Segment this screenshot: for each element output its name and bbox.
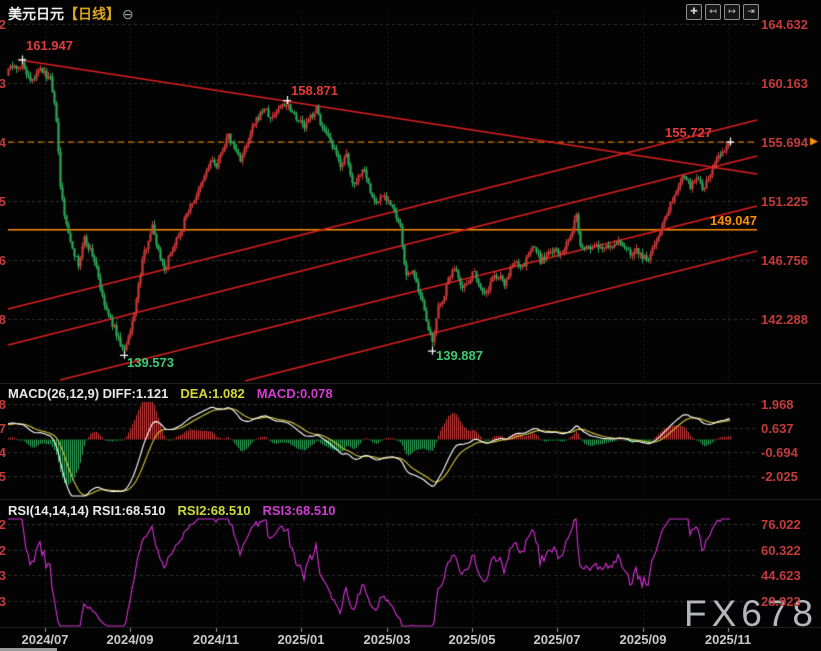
panel-separator [0,627,821,628]
macd-header-item: MACD(26,12,9) DIFF:1.121 [8,386,168,401]
macd-header-item: DEA:1.082 [180,386,244,401]
macd-header-item: MACD:0.078 [257,386,333,401]
y-axis-label: 142.288 [761,313,808,326]
y-axis-label-clipped: -2.025 [0,470,7,483]
y-axis-label-clipped: 142.288 [0,313,7,326]
symbol-name: 美元日元 [8,6,64,22]
y-axis-label: 155.694 [761,136,808,149]
period-tag: 【日线】 [64,6,120,22]
price-annotation: 155.727 [665,126,712,139]
y-axis-label: 151.225 [761,195,808,208]
y-axis-label-clipped: 60.322 [0,544,7,557]
pan-chart-button[interactable]: ✚ [686,4,702,20]
y-axis-label: 60.322 [761,544,801,557]
reset-view-button[interactable]: ⇥ [743,4,759,20]
x-axis-label: 2025/11 [705,633,751,646]
y-axis-label: 160.163 [761,77,808,90]
y-axis-label-clipped: 44.623 [0,569,7,582]
zoom-x-in-button[interactable]: ↤ [705,4,721,20]
panel-separator [0,499,821,500]
y-axis-label: 76.022 [761,518,801,531]
x-axis-label: 2024/11 [193,633,239,646]
price-annotation: 161.947 [26,39,73,52]
x-axis-label: 2025/07 [534,633,581,646]
rsi-header-item: RSI3:68.510 [263,503,336,518]
chart-canvas[interactable] [0,0,821,651]
chart-window: 美元日元【日线】⊖ ✚↤↦⇥ MACD(26,12,9) DIFF:1.121 D… [0,0,821,651]
y-axis-label-clipped: 146.756 [0,254,7,267]
x-axis-label: 2024/09 [107,633,154,646]
panel-separator [0,383,821,384]
price-annotation: 149.047 [710,214,757,227]
y-axis-label-clipped: 155.694 [0,136,7,149]
macd-header: MACD(26,12,9) DIFF:1.121 DEA:1.082 MACD:0.… [8,387,345,400]
y-axis-label: 44.623 [761,569,801,582]
collapse-icon[interactable]: ⊖ [122,6,134,22]
y-axis-label: 164.632 [761,18,808,31]
price-annotation: 158.871 [291,84,338,97]
y-axis-label: 28.923 [761,595,801,608]
y-axis-label-clipped: 76.022 [0,518,7,531]
y-axis-label-clipped: 160.163 [0,77,7,90]
y-axis-label-clipped: 0.637 [0,422,7,435]
x-axis-label: 2025/09 [620,633,667,646]
y-axis-label: -2.025 [761,470,798,483]
y-axis-label-clipped: 151.225 [0,195,7,208]
chart-title: 美元日元【日线】⊖ [8,4,134,24]
rsi-header: RSI(14,14,14) RSI1:68.510 RSI2:68.510 RSI3… [8,504,348,517]
rsi-header-item: RSI2:68.510 [178,503,251,518]
x-axis-label: 2025/03 [364,633,411,646]
y-axis-label: -0.694 [761,446,798,459]
y-axis-label-clipped: -0.694 [0,446,7,459]
y-axis-label-clipped: 1.968 [0,398,7,411]
y-axis-label-clipped: 28.923 [0,595,7,608]
x-axis-label: 2025/05 [449,633,496,646]
rsi-header-item: RSI(14,14,14) RSI1:68.510 [8,503,166,518]
y-axis-label-clipped: 164.632 [0,18,7,31]
x-axis-label: 2025/01 [278,633,325,646]
chart-toolbar: ✚↤↦⇥ [686,4,759,20]
zoom-x-out-button[interactable]: ↦ [724,4,740,20]
y-axis-label: 0.637 [761,422,794,435]
x-axis-label: 2024/07 [22,633,69,646]
price-annotation: 139.573 [127,356,174,369]
price-annotation: 139.887 [436,349,483,362]
y-axis-label: 146.756 [761,254,808,267]
y-axis-label: 1.968 [761,398,794,411]
